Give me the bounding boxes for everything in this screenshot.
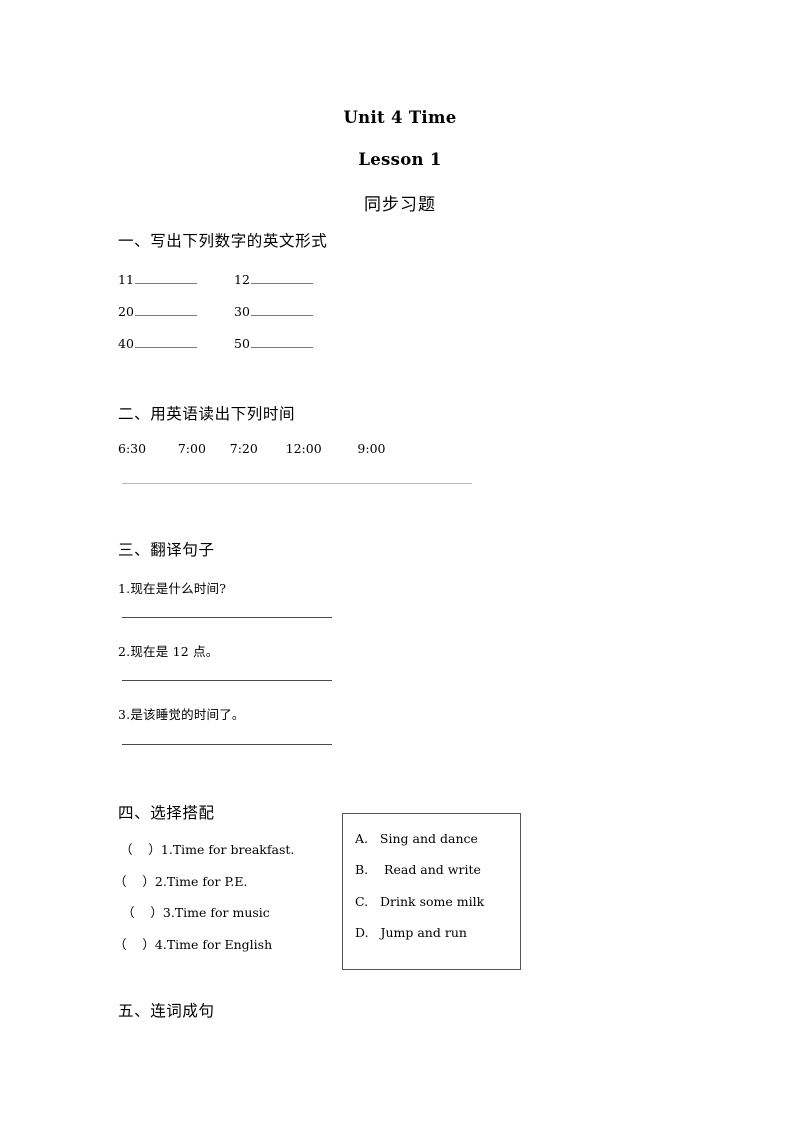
worksheet-page: Unit 4 Time Lesson 1 同步习题 一、写出下列数字的英文形式 … — [0, 0, 800, 1131]
answer-blank[interactable] — [134, 336, 197, 348]
option-item[interactable]: D. Jump and run — [355, 925, 467, 940]
section-heading-one: 一、写出下列数字的英文形式 — [118, 232, 328, 250]
translate-sentence: 1.现在是什么时间? — [118, 581, 227, 596]
translate-sentence: 2.现在是 12 点。 — [118, 644, 219, 659]
section-heading-five: 五、连词成句 — [118, 1002, 215, 1020]
number-label: 11 — [118, 272, 134, 287]
number-label: 12 — [234, 272, 250, 287]
section-heading-three: 三、翻译句子 — [118, 541, 215, 559]
number-blank-item: 11 — [118, 272, 197, 287]
answer-line[interactable] — [122, 744, 332, 745]
number-blank-item: 40 — [118, 336, 197, 351]
option-item[interactable]: B. Read and write — [355, 862, 481, 877]
option-item[interactable]: C. Drink some milk — [355, 894, 484, 909]
number-label: 50 — [234, 336, 250, 351]
number-blank-item: 50 — [234, 336, 313, 351]
answer-blank[interactable] — [134, 304, 197, 316]
option-item[interactable]: A. Sing and dance — [355, 831, 478, 846]
number-blank-item: 20 — [118, 304, 197, 319]
options-box: A. Sing and dance B. Read and write C. D… — [342, 813, 521, 970]
number-label: 20 — [118, 304, 134, 319]
match-item[interactable]: （ ）1.Time for breakfast. — [120, 839, 294, 858]
answer-line[interactable] — [122, 483, 472, 484]
answer-blank[interactable] — [250, 272, 313, 284]
answer-blank[interactable] — [134, 272, 197, 284]
page-subtitle: 同步习题 — [364, 195, 436, 215]
number-blank-item: 12 — [234, 272, 313, 287]
answer-line[interactable] — [122, 617, 332, 618]
match-item[interactable]: （ ）2.Time for P.E. — [114, 871, 247, 890]
section-heading-two: 二、用英语读出下列时间 — [118, 405, 296, 423]
number-label: 30 — [234, 304, 250, 319]
number-blank-item: 30 — [234, 304, 313, 319]
answer-line[interactable] — [122, 680, 332, 681]
translate-sentence: 3.是该睡觉的时间了。 — [118, 707, 245, 722]
match-item[interactable]: （ ）4.Time for English — [114, 934, 272, 953]
answer-blank[interactable] — [250, 336, 313, 348]
match-item[interactable]: （ ）3.Time for music — [122, 902, 270, 921]
page-title-lesson: Lesson 1 — [358, 150, 442, 169]
times-list: 6:30 7:00 7:20 12:00 9:00 — [118, 441, 386, 456]
number-label: 40 — [118, 336, 134, 351]
answer-blank[interactable] — [250, 304, 313, 316]
section-heading-four: 四、选择搭配 — [118, 804, 215, 822]
page-title-unit: Unit 4 Time — [343, 108, 457, 127]
